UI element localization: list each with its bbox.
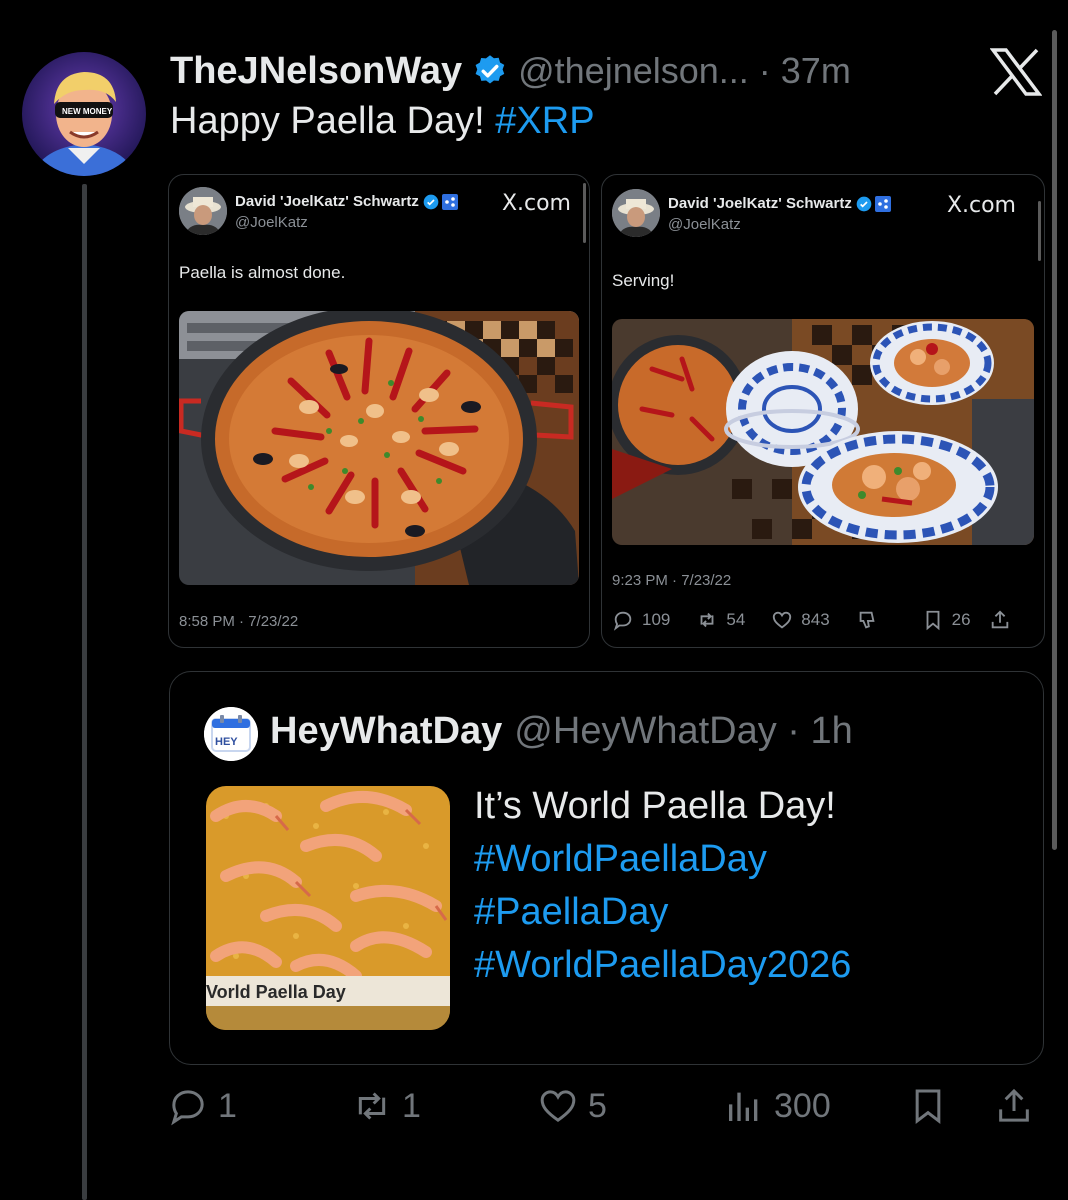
embed-handle: @JoelKatz xyxy=(668,216,741,233)
embed-bookmark-button[interactable]: 26 xyxy=(922,609,971,631)
views-chart-icon xyxy=(729,1092,758,1121)
embed-like-button[interactable]: 843 xyxy=(771,609,830,631)
share-icon xyxy=(991,610,1008,629)
author-handle-time: @thejnelson... · 37m xyxy=(518,50,851,91)
heart-icon xyxy=(773,611,792,629)
post-header: TheJNelsonWay @thejnelson... · 37m xyxy=(170,46,851,96)
embed-text: Serving! xyxy=(612,271,675,290)
bookmark-button[interactable] xyxy=(908,1086,958,1126)
repost-count: 1 xyxy=(402,1086,421,1125)
quote-author-name[interactable]: HeyWhatDay xyxy=(270,710,502,753)
post-action-bar: 1 1 5 300 xyxy=(168,1086,1038,1136)
repost-icon xyxy=(700,612,714,628)
views-count: 300 xyxy=(774,1086,831,1125)
reply-icon xyxy=(613,611,632,631)
verified-badge-icon xyxy=(475,55,505,84)
embed-handle: @JoelKatz xyxy=(235,214,308,231)
reply-button[interactable]: 1 xyxy=(168,1086,237,1126)
embed-action-bar: 109 54 843 26 xyxy=(612,609,1019,631)
world-paella-day-image[interactable]: Vorld Paella Day xyxy=(206,786,450,1030)
embed-scrollbar[interactable] xyxy=(1038,201,1041,261)
embed-share-button[interactable] xyxy=(989,609,1019,631)
embed-source-link[interactable]: X.com xyxy=(947,193,1016,218)
quote-avatar-text: HEY xyxy=(215,736,238,748)
embed-like-count: 843 xyxy=(801,610,830,629)
image-caption: Vorld Paella Day xyxy=(206,982,346,1002)
thumbs-down-icon xyxy=(859,611,875,629)
quote-header: HeyWhatDay @HeyWhatDay · 1h xyxy=(270,710,853,753)
embed-avatar xyxy=(612,189,660,237)
author-name[interactable]: TheJNelsonWay xyxy=(170,50,462,93)
embed-repost-count: 54 xyxy=(726,610,746,629)
share-icon xyxy=(999,1088,1029,1122)
avatar-badge-text: NEW MONEY xyxy=(62,107,113,116)
quote-avatar: HEY xyxy=(204,707,258,761)
repost-icon xyxy=(358,1092,386,1120)
embed-source-link[interactable]: X.com xyxy=(502,191,571,216)
embed-timestamp: 8:58 PM · 7/23/22 xyxy=(179,613,299,630)
quoted-tweet-card[interactable]: HEY HeyWhatDay @HeyWhatDay · 1h Vorld Pa… xyxy=(169,671,1044,1065)
views-button[interactable]: 300 xyxy=(724,1086,831,1126)
embed-dislike-button[interactable] xyxy=(856,609,886,631)
paella-pan-photo[interactable] xyxy=(179,311,579,585)
reply-icon xyxy=(171,1090,204,1126)
like-button[interactable]: 5 xyxy=(538,1086,607,1126)
embed-author-name: David 'JoelKatz' Schwartz xyxy=(668,195,891,212)
reply-count: 1 xyxy=(218,1086,237,1125)
embed-timestamp: 9:23 PM · 7/23/22 xyxy=(612,572,732,589)
hashtag-link[interactable]: #PaellaDay xyxy=(474,886,851,939)
hashtag-link[interactable]: #WorldPaellaDay xyxy=(474,833,851,886)
quote-handle-time: @HeyWhatDay · 1h xyxy=(514,710,853,752)
x-logo-icon[interactable] xyxy=(990,48,1042,96)
quote-text: It’s World Paella Day! #WorldPaellaDay #… xyxy=(474,780,851,992)
bookmark-icon xyxy=(915,1089,941,1125)
hashtag-link[interactable]: #WorldPaellaDay2026 xyxy=(474,939,851,992)
embed-bookmark-count: 26 xyxy=(951,610,971,629)
embedded-tweet-card[interactable]: David 'JoelKatz' Schwartz @JoelKatz X.co… xyxy=(601,174,1045,648)
like-count: 5 xyxy=(588,1086,607,1125)
embed-author-name: David 'JoelKatz' Schwartz xyxy=(235,193,458,210)
verified-badge-icon xyxy=(423,194,439,209)
embed-author-label: David 'JoelKatz' Schwartz xyxy=(668,195,852,212)
embed-reply-count: 109 xyxy=(642,610,671,629)
post-text: Happy Paella Day! #XRP xyxy=(170,100,595,143)
ripple-affiliate-icon xyxy=(441,193,458,210)
ripple-affiliate-icon xyxy=(874,195,891,212)
embed-text: Paella is almost done. xyxy=(179,263,346,282)
repost-button[interactable]: 1 xyxy=(352,1086,421,1126)
embed-reply-button[interactable]: 109 xyxy=(612,609,670,631)
thread-line xyxy=(82,184,87,1200)
page-scrollbar[interactable] xyxy=(1052,30,1057,850)
embedded-tweet-card[interactable]: David 'JoelKatz' Schwartz @JoelKatz X.co… xyxy=(168,174,590,648)
share-button[interactable] xyxy=(994,1086,1044,1126)
quote-body: It’s World Paella Day! xyxy=(474,785,836,827)
embed-avatar xyxy=(179,187,227,235)
heart-icon xyxy=(540,1090,576,1123)
post-body: Happy Paella Day! xyxy=(170,100,496,142)
paella-serving-photo[interactable] xyxy=(612,319,1034,545)
embed-repost-button[interactable]: 54 xyxy=(696,609,745,631)
hashtag-link[interactable]: #XRP xyxy=(495,100,594,142)
embed-header: David 'JoelKatz' Schwartz @JoelKatz X.co… xyxy=(179,187,579,237)
embed-scrollbar[interactable] xyxy=(583,183,586,243)
embed-author-label: David 'JoelKatz' Schwartz xyxy=(235,193,419,210)
bookmark-icon xyxy=(926,610,940,631)
embed-header: David 'JoelKatz' Schwartz @JoelKatz X.co… xyxy=(612,189,1034,239)
author-avatar[interactable]: NEW MONEY xyxy=(22,52,146,176)
verified-badge-icon xyxy=(856,196,872,211)
